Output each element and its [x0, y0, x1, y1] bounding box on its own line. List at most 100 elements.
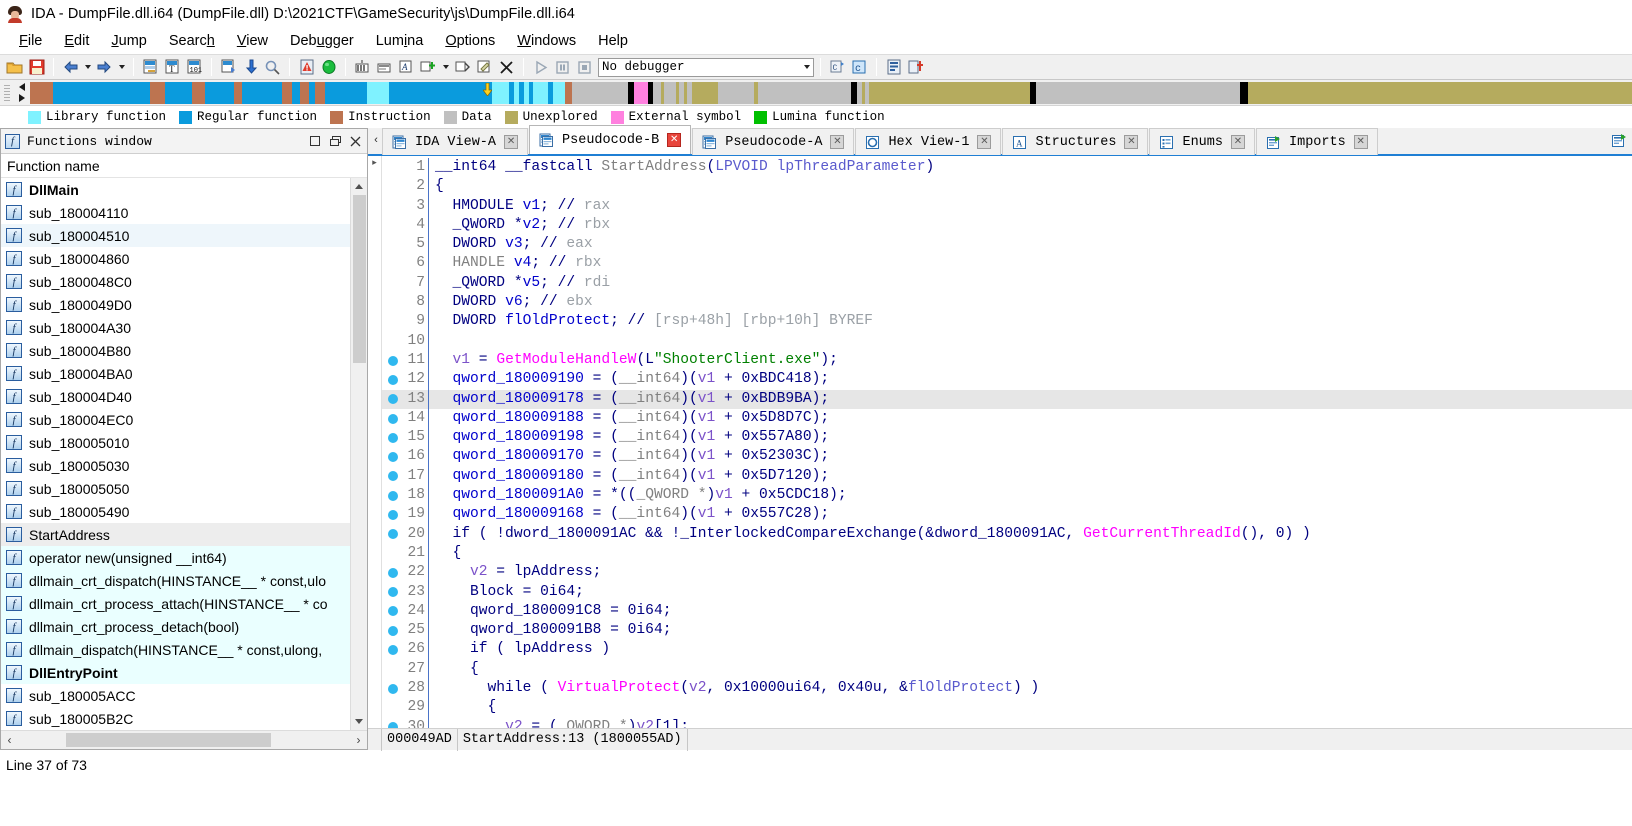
function-list-item[interactable]: f sub_180005ACC: [1, 684, 350, 707]
breakpoint-marker-icon[interactable]: [382, 351, 404, 370]
tab-close-icon[interactable]: ✕: [504, 135, 519, 149]
navband-scroll-arrows[interactable]: [14, 80, 30, 105]
new-tab-icon[interactable]: [1606, 128, 1632, 154]
tab-close-icon[interactable]: ✕: [1124, 135, 1139, 149]
function-list-item[interactable]: f sub_1800049D0: [1, 293, 350, 316]
breakpoint-empty[interactable]: [382, 216, 404, 235]
function-list-item[interactable]: f sub_180005490: [1, 500, 350, 523]
text-view-icon[interactable]: T: [162, 57, 183, 78]
hscroll-track[interactable]: [18, 731, 350, 749]
tab-close-icon[interactable]: ✕: [830, 135, 845, 149]
maximize-icon[interactable]: [305, 132, 325, 150]
function-list-item[interactable]: f sub_180004110: [1, 201, 350, 224]
scroll-down-icon[interactable]: [350, 713, 367, 730]
menu-item-file[interactable]: File: [8, 30, 53, 52]
code-line[interactable]: 28 while ( VirtualProtect(v2, 0x10000ui6…: [382, 679, 1632, 699]
code-line[interactable]: 5 DWORD v3; // eax: [382, 235, 1632, 255]
tab-pseudocode-b[interactable]: Pseudocode-B ✕: [529, 125, 692, 154]
back-dropdown-icon[interactable]: [82, 57, 93, 78]
plugins-icon[interactable]: [905, 57, 926, 78]
warning-icon[interactable]: [296, 57, 317, 78]
breakpoint-marker-icon[interactable]: [382, 621, 404, 640]
delete-icon[interactable]: [496, 57, 517, 78]
close-icon[interactable]: [345, 132, 365, 150]
function-list-item[interactable]: f sub_180004860: [1, 247, 350, 270]
function-list-item[interactable]: f sub_180004D40: [1, 385, 350, 408]
function-list-item[interactable]: f sub_180004A30: [1, 316, 350, 339]
breakpoint-marker-icon[interactable]: [382, 640, 404, 659]
functions-icon[interactable]: A: [396, 57, 417, 78]
navigate-forward-icon[interactable]: [94, 57, 115, 78]
code-line[interactable]: 29 {: [382, 698, 1632, 718]
scroll-up-icon[interactable]: [350, 178, 367, 195]
strings-icon[interactable]: [352, 57, 373, 78]
edit-icon[interactable]: [474, 57, 495, 78]
code-line[interactable]: 11 v1 = GetModuleHandleW(L"ShooterClient…: [382, 350, 1632, 371]
code-line[interactable]: 23 Block = 0i64;: [382, 582, 1632, 602]
navband-left-arrow-icon[interactable]: [19, 83, 25, 91]
breakpoint-empty[interactable]: [382, 274, 404, 293]
code-line[interactable]: 6 HANDLE v4; // rbx: [382, 254, 1632, 274]
code-line[interactable]: 9 DWORD flOldProtect; // [rsp+48h] [rbp+…: [382, 312, 1632, 332]
names-icon[interactable]: [374, 57, 395, 78]
function-list-item[interactable]: f StartAddress: [1, 523, 350, 546]
code-line[interactable]: 14 qword_180009188 = (__int64)(v1 + 0x5D…: [382, 408, 1632, 429]
tab-close-icon[interactable]: ✕: [667, 133, 682, 147]
breakpoint-empty[interactable]: [382, 312, 404, 331]
graph-view-icon[interactable]: [140, 57, 161, 78]
scrollbar-thumb[interactable]: [353, 195, 366, 363]
function-list-item[interactable]: f sub_180005B2C: [1, 707, 350, 730]
code-line[interactable]: 30 v2 = (_QWORD *)v2[1];: [382, 717, 1632, 728]
breakpoint-marker-icon[interactable]: [382, 390, 404, 409]
tabstrip-scroll-left-icon[interactable]: ‹: [370, 128, 382, 154]
menu-item-jump[interactable]: Jump: [100, 30, 157, 52]
forward-dropdown-icon[interactable]: [116, 57, 127, 78]
tab-close-icon[interactable]: ✕: [1231, 135, 1245, 149]
pseudocode-text[interactable]: 1 __int64 __fastcall StartAddress(LPVOID …: [382, 156, 1632, 728]
function-list-item[interactable]: f sub_180005050: [1, 477, 350, 500]
breakpoint-marker-icon[interactable]: [382, 428, 404, 447]
pause-icon[interactable]: [552, 57, 573, 78]
function-list-item[interactable]: f dllmain_crt_dispatch(HINSTANCE__ * cons…: [1, 569, 350, 592]
breakpoint-marker-icon[interactable]: [382, 370, 404, 389]
tab-close-icon[interactable]: ✕: [977, 135, 992, 149]
breakpoint-empty[interactable]: [382, 698, 404, 717]
tab-pseudocode-a[interactable]: Pseudocode-A ✕: [692, 128, 855, 155]
code-line[interactable]: 16 qword_180009170 = (__int64)(v1 + 0x52…: [382, 447, 1632, 467]
code-line[interactable]: 2{: [382, 177, 1632, 197]
navigate-back-icon[interactable]: [60, 57, 81, 78]
functions-vertical-scrollbar[interactable]: [350, 178, 367, 730]
function-list-item[interactable]: f sub_180004EC0: [1, 408, 350, 431]
menu-item-edit[interactable]: Edit: [53, 30, 100, 52]
code-line[interactable]: 27 {: [382, 659, 1632, 680]
code-line[interactable]: 3 HMODULE v1; // rax: [382, 196, 1632, 216]
code-line[interactable]: 21 {: [382, 543, 1632, 564]
tab-structures[interactable]: A Structures ✕: [1002, 128, 1149, 155]
step-over-icon[interactable]: c: [849, 57, 870, 78]
breakpoint-marker-icon[interactable]: [382, 447, 404, 466]
breakpoint-empty[interactable]: [382, 293, 404, 312]
breakpoint-marker-icon[interactable]: [382, 563, 404, 582]
hscroll-thumb[interactable]: [66, 733, 271, 747]
breakpoint-marker-icon[interactable]: [382, 679, 404, 698]
run-icon[interactable]: [530, 57, 551, 78]
gutter-collapse-icon[interactable]: ▸: [372, 158, 377, 167]
options-icon[interactable]: [883, 57, 904, 78]
debugger-select[interactable]: No debugger: [598, 57, 814, 77]
menu-item-debugger[interactable]: Debugger: [279, 30, 365, 52]
function-list-item[interactable]: f DllMain: [1, 178, 350, 201]
menu-item-options[interactable]: Options: [434, 30, 506, 52]
function-list-item[interactable]: f sub_1800048C0: [1, 270, 350, 293]
code-line[interactable]: 15 qword_180009198 = (__int64)(v1 + 0x55…: [382, 428, 1632, 448]
breakpoint-marker-icon[interactable]: [382, 583, 404, 602]
breakpoint-empty[interactable]: [382, 177, 404, 196]
remove-breakpoint-icon[interactable]: [452, 57, 473, 78]
function-list-item[interactable]: f operator new(unsigned __int64): [1, 546, 350, 569]
open-file-icon[interactable]: [4, 57, 25, 78]
breakpoint-marker-icon[interactable]: [382, 602, 404, 621]
code-line[interactable]: 17 qword_180009180 = (__int64)(v1 + 0x5D…: [382, 466, 1632, 487]
function-list-item[interactable]: f dllmain_crt_process_detach(bool): [1, 615, 350, 638]
functions-horizontal-scrollbar[interactable]: ‹ ›: [1, 730, 367, 749]
breakpoint-marker-icon[interactable]: [382, 486, 404, 505]
breakpoint-marker-icon[interactable]: [382, 525, 404, 544]
